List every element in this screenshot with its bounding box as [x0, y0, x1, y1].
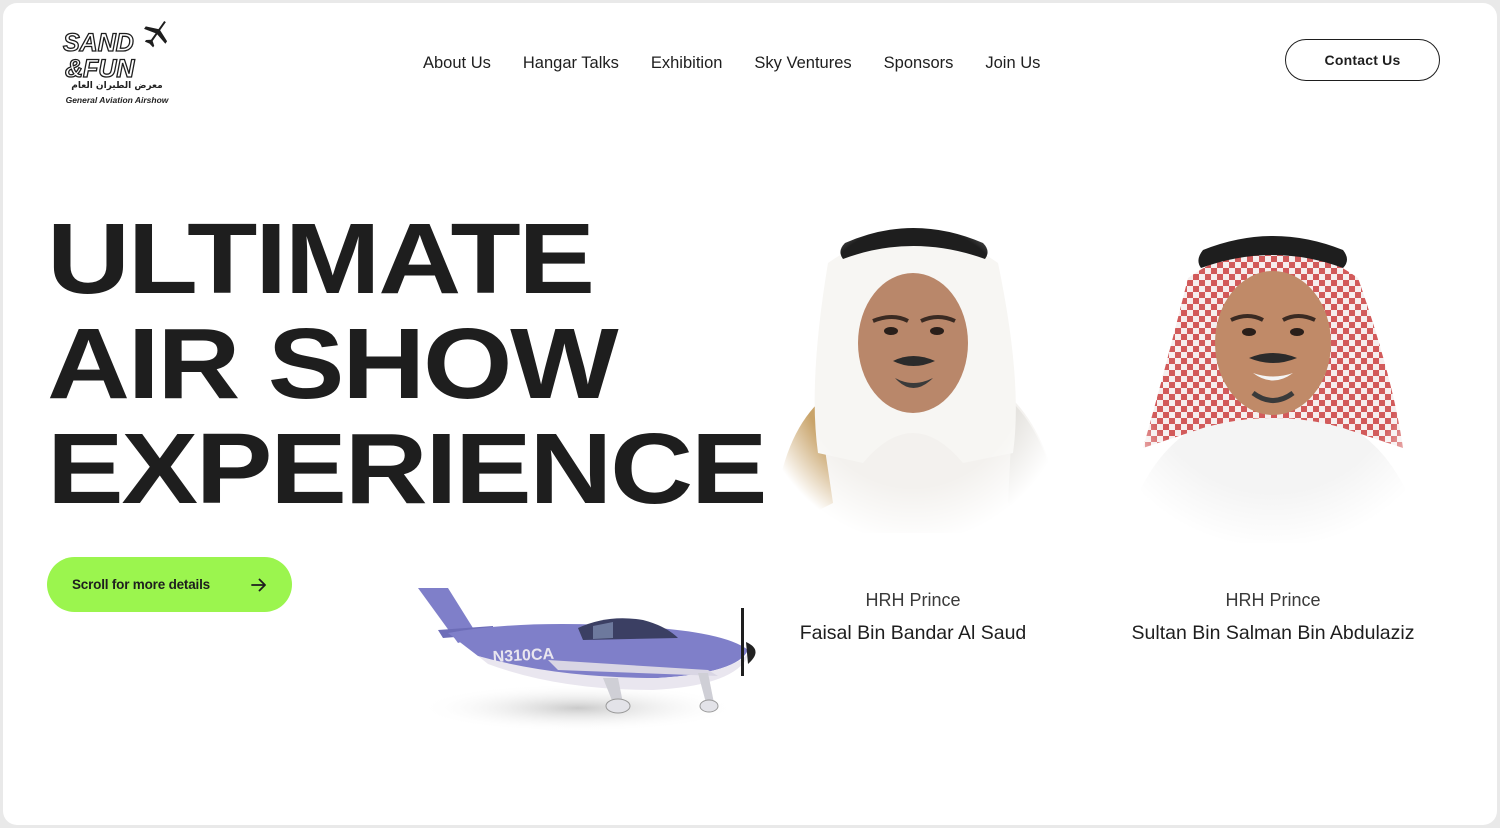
hero-title-line: ULTIMATE [47, 203, 595, 315]
person-name: Faisal Bin Bandar Al Saud [799, 622, 1027, 644]
airplane-icon [144, 20, 168, 48]
scroll-button-label: Scroll for more details [72, 577, 210, 592]
person-title: HRH Prince [865, 590, 961, 610]
person-name: Sultan Bin Salman Bin Abdulaziz [1131, 622, 1415, 644]
nav-item-about-us[interactable]: About Us [423, 51, 491, 77]
nav-item-sponsors[interactable]: Sponsors [884, 51, 954, 77]
person-caption-faisal: HRH Prince Faisal Bin Bandar Al Saud [763, 589, 1063, 646]
main-nav: About Us Hangar Talks Exhibition Sky Ven… [423, 51, 1040, 77]
person-portrait-sultan [1103, 208, 1443, 548]
arrow-right-icon [251, 578, 266, 592]
hero-title-line: AIR SHOW [47, 308, 619, 420]
nav-item-join-us[interactable]: Join Us [985, 51, 1040, 77]
svg-text:&FUN: &FUN [65, 55, 135, 81]
site-logo[interactable]: SAND &FUN معرض الطيران العام General Avi… [59, 17, 174, 109]
logo-arabic-text: معرض الطيران العام [71, 81, 163, 91]
hero-title: ULTIMATE AIR SHOW EXPERIENCE [47, 207, 768, 522]
person-portrait-faisal [763, 203, 1063, 543]
airplane-image: N310CA [418, 588, 756, 732]
nav-item-exhibition[interactable]: Exhibition [651, 51, 723, 77]
person-caption-sultan: HRH Prince Sultan Bin Salman Bin Abdulaz… [1103, 589, 1443, 646]
nav-item-sky-ventures[interactable]: Sky Ventures [754, 51, 851, 77]
svg-text:N310CA: N310CA [492, 646, 555, 666]
person-title: HRH Prince [1225, 590, 1321, 610]
scroll-for-details-button[interactable]: Scroll for more details [47, 557, 292, 612]
contact-us-button[interactable]: Contact Us [1285, 39, 1440, 81]
nav-item-hangar-talks[interactable]: Hangar Talks [523, 51, 619, 77]
hero-title-line: EXPERIENCE [47, 413, 768, 525]
page-frame: SAND &FUN معرض الطيران العام General Avi… [3, 3, 1497, 825]
svg-text:SAND: SAND [63, 29, 134, 57]
logo-wordmark: SAND &FUN [62, 20, 168, 81]
logo-english-text: General Aviation Airshow [65, 95, 169, 105]
